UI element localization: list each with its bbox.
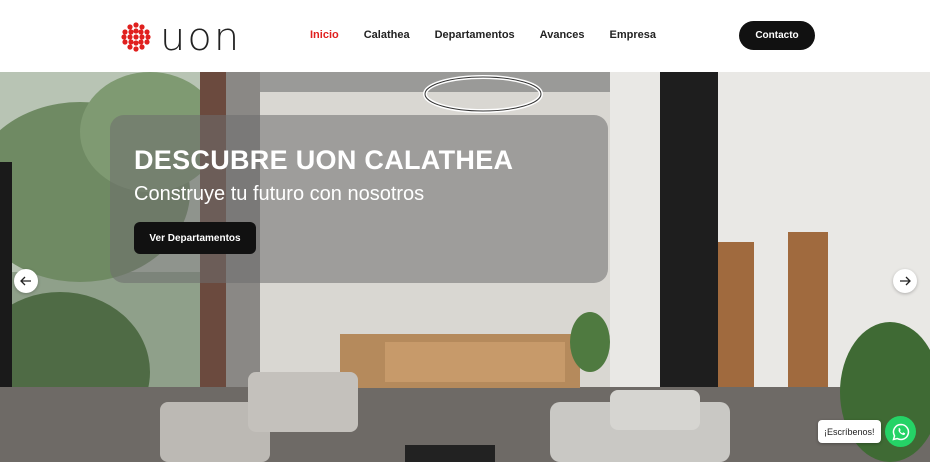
contact-button[interactable]: Contacto (739, 21, 815, 50)
site-header: uon Inicio Calathea Departamentos Avance… (0, 0, 930, 72)
arrow-right-icon (900, 276, 911, 286)
hero-slider: DESCUBRE UON CALATHEA Construye tu futur… (0, 72, 930, 462)
hero-subtitle: Construye tu futuro con nosotros (134, 183, 425, 205)
slider-prev-button[interactable] (14, 269, 38, 293)
hero-title: DESCUBRE UON CALATHEA (134, 145, 514, 175)
nav-item-empresa[interactable]: Empresa (610, 29, 656, 41)
nav-item-avances[interactable]: Avances (540, 29, 585, 41)
main-nav: Inicio Calathea Departamentos Avances Em… (310, 29, 681, 41)
view-apartments-button[interactable]: Ver Departamentos (134, 222, 256, 254)
nav-item-inicio[interactable]: Inicio (310, 29, 339, 41)
logo-icon (121, 21, 151, 52)
chat-label[interactable]: ¡Escríbenos! (818, 420, 881, 443)
whatsapp-icon (891, 423, 909, 441)
nav-item-departamentos[interactable]: Departamentos (435, 29, 515, 41)
slider-next-button[interactable] (893, 269, 917, 293)
arrow-left-icon (20, 276, 31, 286)
brand-logo[interactable]: uon (120, 18, 239, 56)
whatsapp-button[interactable] (885, 416, 916, 447)
brand-name: uon (160, 14, 242, 59)
nav-item-calathea[interactable]: Calathea (364, 29, 410, 41)
